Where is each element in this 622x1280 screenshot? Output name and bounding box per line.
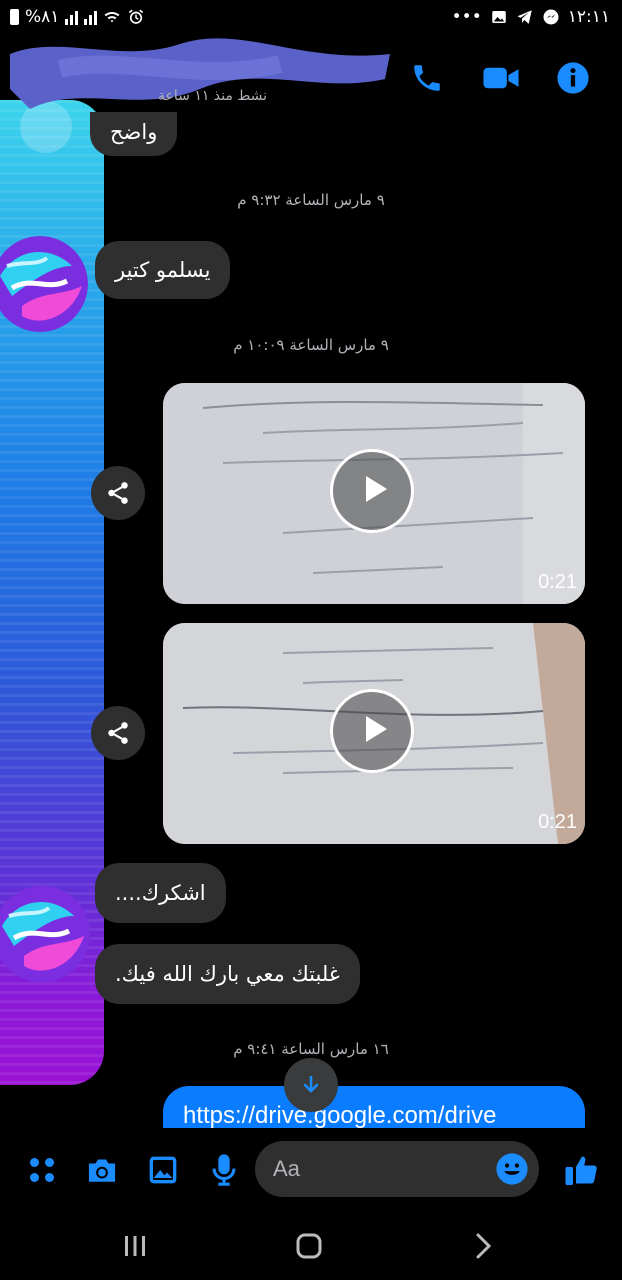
clock: ١٢:١١ [567,7,610,27]
status-bar: %٨١ ••• ١٢:١١ [0,0,622,36]
camera-icon [88,1159,116,1182]
recent-apps-icon [125,1236,145,1256]
timestamp: ٩ مارس الساعة ١٠:٠٩ م [233,336,389,354]
info-button[interactable] [553,60,593,96]
apps-button[interactable] [22,1150,62,1190]
battery-percent: %٨١ [25,7,60,27]
gallery-icon [149,1156,177,1184]
apps-icon [30,1158,54,1182]
wifi-icon [104,11,120,23]
camera-button[interactable] [82,1150,122,1190]
message-input[interactable]: Aa [255,1141,539,1197]
emoji-icon[interactable] [495,1152,529,1186]
timestamp: ١٦ مارس الساعة ٩:٤١ م [233,1040,389,1058]
message-bubble[interactable]: يسلمو كتير [95,241,231,299]
status-left: %٨١ [10,7,145,27]
timestamp: ٩ مارس الساعة ٩:٣٢ م [237,191,385,209]
arrow-down-icon [303,1075,319,1093]
telegram-icon [517,10,532,24]
active-status: نشط منذ ١١ ساعة [158,88,268,104]
video-call-button[interactable] [481,60,521,96]
video-message[interactable]: 0:21 [163,623,585,844]
gallery-button[interactable] [143,1150,183,1190]
phone-icon [414,65,440,91]
messenger-notification-icon [543,9,559,25]
back-button[interactable] [458,1228,508,1264]
status-right: ••• ١٢:١١ [452,7,610,27]
info-icon [557,62,589,94]
message-bubble[interactable]: اشكرك.... [95,863,226,923]
signal-icon [65,9,79,25]
system-navigation-bar [0,1210,622,1280]
voice-button[interactable] [204,1150,244,1190]
back-icon [476,1233,492,1259]
video-duration: 0:21 [538,811,577,833]
share-icon [108,482,128,504]
gallery-notification-icon [491,11,506,23]
battery-icon [10,9,19,25]
video-duration: 0:21 [538,571,577,593]
home-icon [296,1233,322,1259]
message-bubble-partial[interactable]: واضح [90,112,178,156]
message-bubble[interactable]: غلبتك معي بارك الله فيك. [95,944,360,1004]
play-button[interactable] [330,449,414,533]
more-notifications: ••• [451,7,482,27]
message-placeholder: Aa [273,1156,300,1181]
video-message[interactable]: 0:21 [163,383,585,604]
play-button[interactable] [330,689,414,773]
microphone-icon [212,1154,236,1186]
alarm-icon [129,9,144,24]
message-composer: Aa [0,1128,622,1210]
recent-apps-button[interactable] [110,1228,160,1264]
chat-header [0,36,622,114]
like-button[interactable] [562,1150,602,1190]
share-button[interactable] [91,466,145,520]
thumbs-up-icon [565,1156,597,1185]
share-button[interactable] [91,706,145,760]
video-camera-icon [483,67,519,89]
home-button[interactable] [284,1228,334,1264]
link-text[interactable]: https://drive.google.com/drive [183,1102,497,1130]
call-button[interactable] [407,60,447,96]
scroll-to-bottom-button[interactable] [284,1058,338,1112]
share-icon [108,722,128,744]
signal-icon-2 [84,9,98,25]
